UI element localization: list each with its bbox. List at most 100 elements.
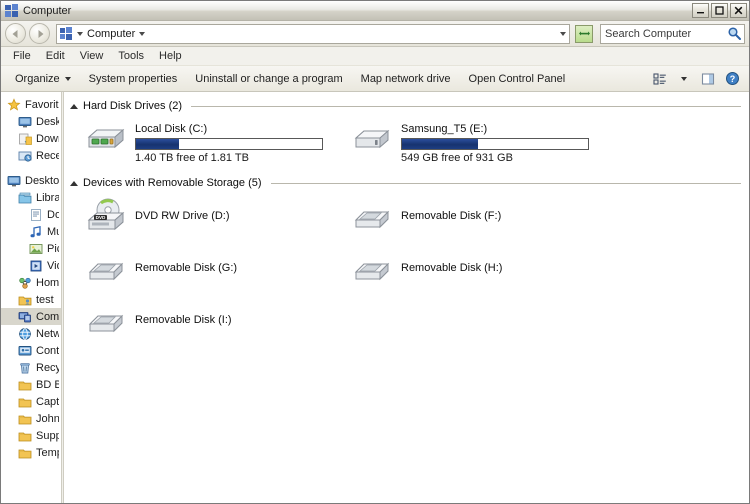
sidebar-item-desktop[interactable]: Desktop (1, 172, 61, 189)
close-button[interactable] (730, 3, 747, 18)
sidebar-item-label: Downloads (36, 132, 59, 145)
organize-button[interactable]: Organize (7, 69, 79, 89)
drive-tile[interactable]: Removable Disk (F:) (348, 195, 600, 237)
drive-tile[interactable]: Removable Disk (H:) (348, 247, 600, 289)
drive-tile[interactable]: Removable Disk (I:) (82, 299, 334, 341)
search-box[interactable]: Search Computer (600, 23, 745, 44)
sidebar-item-temp[interactable]: Temp (1, 444, 61, 461)
sidebar-item-recycle-bin[interactable]: Recycle Bin (1, 359, 61, 376)
drive-tile[interactable]: Local Disk (C:) 1.40 TB free of 1.81 TB (82, 118, 334, 167)
downloads-icon (18, 132, 32, 146)
system-properties-button[interactable]: System properties (81, 69, 186, 89)
sidebar-item-bd-backup[interactable]: BD Backup (1, 376, 61, 393)
documents-icon (29, 208, 43, 222)
chevron-down-icon[interactable] (139, 31, 146, 36)
maximize-button[interactable] (711, 3, 728, 18)
recent-places-icon (18, 149, 32, 163)
search-icon[interactable] (727, 26, 742, 41)
drive-name: Samsung_T5 (E:) (401, 123, 488, 135)
drive-capacity-text: 1.40 TB free of 1.81 TB (135, 152, 249, 164)
help-button[interactable]: ? (721, 69, 743, 89)
folder-icon (18, 395, 32, 409)
dvd-drive-icon: DVD (85, 198, 127, 234)
command-bar: Organize System properties Uninstall or … (1, 66, 749, 92)
window-controls (692, 3, 747, 18)
homegroup-icon (18, 276, 32, 290)
sidebar-item-pictures[interactable]: Pictures (1, 240, 61, 257)
sidebar-item-homegroup[interactable]: Homegroup (1, 274, 61, 291)
sidebar-item-documents[interactable]: Documents (1, 206, 61, 223)
sidebar-item-computer[interactable]: Computer (1, 308, 61, 325)
drive-info: Samsung_T5 (E:) 549 GB free of 931 GB (401, 121, 589, 164)
drive-tile[interactable]: DVD DVD RW Drive (D:) (82, 195, 334, 237)
search-input[interactable]: Search Computer (605, 28, 727, 40)
sidebar-item-downloads[interactable]: Downloads (1, 130, 61, 147)
back-button[interactable] (5, 23, 26, 44)
change-view-button[interactable] (649, 69, 671, 89)
sidebar-item-videos[interactable]: Videos (1, 257, 61, 274)
sidebar-item-music[interactable]: Music (1, 223, 61, 240)
organize-label: Organize (15, 72, 60, 85)
sidebar-item-label: Videos (47, 259, 59, 272)
chevron-down-icon[interactable] (77, 31, 83, 36)
menu-help[interactable]: Help (152, 48, 189, 64)
menu-tools[interactable]: Tools (111, 48, 151, 64)
sidebar-item-label: Libraries (36, 191, 59, 204)
map-network-drive-button[interactable]: Map network drive (353, 69, 459, 89)
removable-disk-icon (85, 302, 127, 338)
show-preview-pane-button[interactable] (697, 69, 719, 89)
refresh-button[interactable] (575, 24, 593, 43)
history-dropdown-icon[interactable] (560, 31, 566, 36)
capacity-bar-fill (402, 139, 479, 149)
sidebar-item-control-panel[interactable]: Control Panel (1, 342, 61, 359)
sidebar-item-label: Computer (36, 310, 59, 323)
menu-view[interactable]: View (73, 48, 111, 64)
drive-name: Local Disk (C:) (135, 123, 208, 135)
removable-disk-icon (354, 262, 390, 281)
sidebar-item-test[interactable]: test (1, 291, 61, 308)
sidebar-item-network[interactable]: Network (1, 325, 61, 342)
drive-tile-grid: DVD DVD RW Drive (D:) Removable Disk (F:) R… (68, 195, 749, 351)
sidebar-item-capture[interactable]: Capture (1, 393, 61, 410)
breadcrumb-bar[interactable]: Computer (56, 23, 570, 44)
open-control-panel-button[interactable]: Open Control Panel (461, 69, 574, 89)
sidebar-item-recent-places[interactable]: Recent Places (1, 147, 61, 164)
forward-button[interactable] (29, 23, 50, 44)
drive-name: Removable Disk (F:) (401, 210, 502, 222)
external-drive-icon (354, 129, 390, 149)
music-icon (29, 225, 43, 239)
group-header-hard-disk-drives[interactable]: Hard Disk Drives (2) (70, 100, 741, 112)
view-dropdown-button[interactable] (673, 69, 695, 89)
sidebar-item-desktop[interactable]: Desktop (1, 113, 61, 130)
sidebar-item-support[interactable]: Support (1, 427, 61, 444)
navigation-pane[interactable]: Favorites Desktop Downloads Recent Places De… (1, 92, 61, 503)
menu-edit[interactable]: Edit (39, 48, 72, 64)
drive-tile[interactable]: Samsung_T5 (E:) 549 GB free of 931 GB (348, 118, 600, 167)
menu-bar: File Edit View Tools Help (1, 47, 749, 66)
sidebar-item-libraries[interactable]: Libraries (1, 189, 61, 206)
group-title: Hard Disk Drives (2) (83, 100, 183, 112)
collapse-triangle-icon[interactable] (70, 103, 78, 109)
preview-pane-icon (701, 72, 715, 85)
star-icon (7, 97, 21, 112)
drive-info: DVD RW Drive (D:) (135, 210, 230, 222)
computer-icon (5, 3, 19, 18)
minimize-button[interactable] (692, 3, 709, 18)
uninstall-or-change-program-button[interactable]: Uninstall or change a program (187, 69, 350, 89)
content-pane[interactable]: Hard Disk Drives (2) Local Disk (C:) 1.40 … (64, 92, 749, 503)
sidebar-item-john[interactable]: John (1, 410, 61, 427)
user-folder-icon (18, 293, 32, 307)
sidebar-item-label: Desktop (25, 174, 59, 187)
menu-file[interactable]: File (6, 48, 38, 64)
folder-icon (18, 446, 32, 460)
collapse-triangle-icon[interactable] (70, 180, 78, 186)
drive-info: Local Disk (C:) 1.40 TB free of 1.81 TB (135, 121, 323, 164)
breadcrumb-computer[interactable]: Computer (87, 28, 135, 40)
drive-tile[interactable]: Removable Disk (G:) (82, 247, 334, 289)
group-divider (191, 105, 741, 107)
drive-info: Removable Disk (I:) (135, 314, 232, 326)
group-header-removable-storage[interactable]: Devices with Removable Storage (5) (70, 177, 741, 189)
drive-info: Removable Disk (H:) (401, 262, 502, 274)
sidebar-item-favorites[interactable]: Favorites (1, 96, 61, 113)
sidebar-item-label: John (36, 412, 59, 425)
